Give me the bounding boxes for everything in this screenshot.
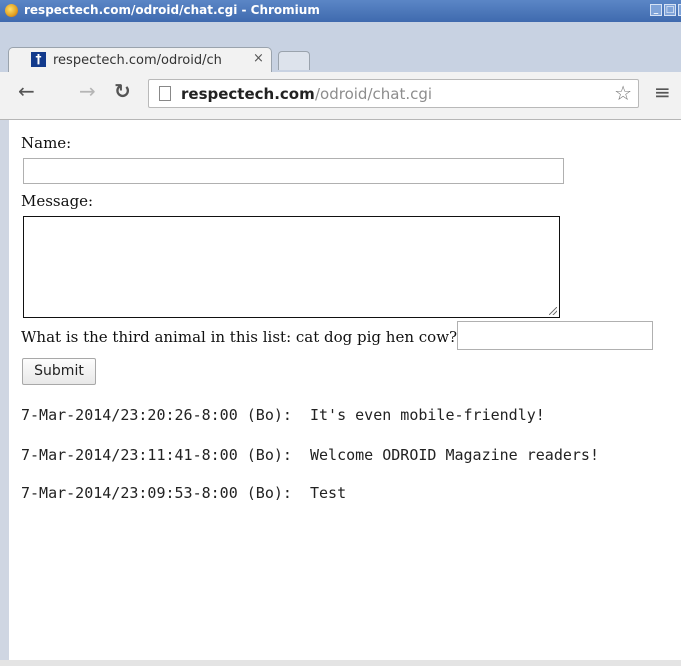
- menu-icon[interactable]: ≡: [654, 81, 671, 103]
- browser-window: respectech.com/odroid/chat.cgi - Chromiu…: [0, 0, 681, 666]
- message-text: It's even mobile-friendly!: [310, 406, 545, 424]
- tab-strip: † respectech.com/odroid/ch ×: [0, 22, 681, 73]
- submit-button[interactable]: Submit: [22, 358, 96, 385]
- window-left-border: [0, 120, 9, 666]
- message-timestamp: 7-Mar-2014/23:20:26-8:00: [21, 406, 238, 424]
- message-timestamp: 7-Mar-2014/23:11:41-8:00: [21, 446, 238, 464]
- message-timestamp: 7-Mar-2014/23:09:53-8:00: [21, 484, 238, 502]
- toolbar: ← → ↻ respectech.com /odroid/chat.cgi ☆ …: [0, 72, 681, 120]
- name-input[interactable]: [23, 158, 564, 184]
- answer-input[interactable]: [457, 321, 653, 350]
- name-label: Name:: [21, 134, 72, 152]
- forward-icon[interactable]: →: [79, 79, 96, 103]
- minimize-icon[interactable]: _: [650, 4, 662, 16]
- resize-grip-icon[interactable]: [549, 307, 557, 315]
- url-path: /odroid/chat.cgi: [315, 85, 433, 103]
- chat-message: 7-Mar-2014/23:20:26-8:00 (Bo): It's even…: [21, 406, 545, 424]
- message-user: (Bo):: [246, 484, 292, 502]
- tab-chat[interactable]: † respectech.com/odroid/ch ×: [8, 47, 272, 73]
- message-user: (Bo):: [246, 446, 292, 464]
- message-textarea[interactable]: [23, 216, 560, 318]
- message-user: (Bo):: [246, 406, 292, 424]
- question-label: What is the third animal in this list: c…: [21, 328, 458, 346]
- bookmark-star-icon[interactable]: ☆: [614, 81, 632, 105]
- new-tab-button[interactable]: [278, 51, 310, 70]
- chat-message: 7-Mar-2014/23:09:53-8:00 (Bo): Test: [21, 484, 346, 502]
- url-host: respectech.com: [181, 85, 315, 103]
- chromium-icon: [5, 4, 18, 17]
- message-text: Test: [310, 484, 347, 502]
- message-label: Message:: [21, 192, 94, 210]
- address-bar[interactable]: respectech.com /odroid/chat.cgi ☆: [148, 79, 639, 108]
- reload-icon[interactable]: ↻: [114, 79, 131, 103]
- tab-label: respectech.com/odroid/ch: [53, 53, 222, 68]
- tab-close-icon[interactable]: ×: [253, 51, 264, 66]
- message-text: Welcome ODROID Magazine readers!: [310, 446, 599, 464]
- chat-message: 7-Mar-2014/23:11:41-8:00 (Bo): Welcome O…: [21, 446, 599, 464]
- title-bar: respectech.com/odroid/chat.cgi - Chromiu…: [0, 0, 681, 22]
- window-title: respectech.com/odroid/chat.cgi - Chromiu…: [24, 3, 320, 17]
- page-icon: [159, 86, 171, 101]
- favicon-icon: †: [31, 52, 46, 67]
- horizontal-scrollbar[interactable]: [0, 660, 681, 666]
- page-content: Name: Message: What is the third animal …: [9, 120, 681, 666]
- back-icon[interactable]: ←: [18, 79, 35, 103]
- maximize-icon[interactable]: □: [664, 4, 676, 16]
